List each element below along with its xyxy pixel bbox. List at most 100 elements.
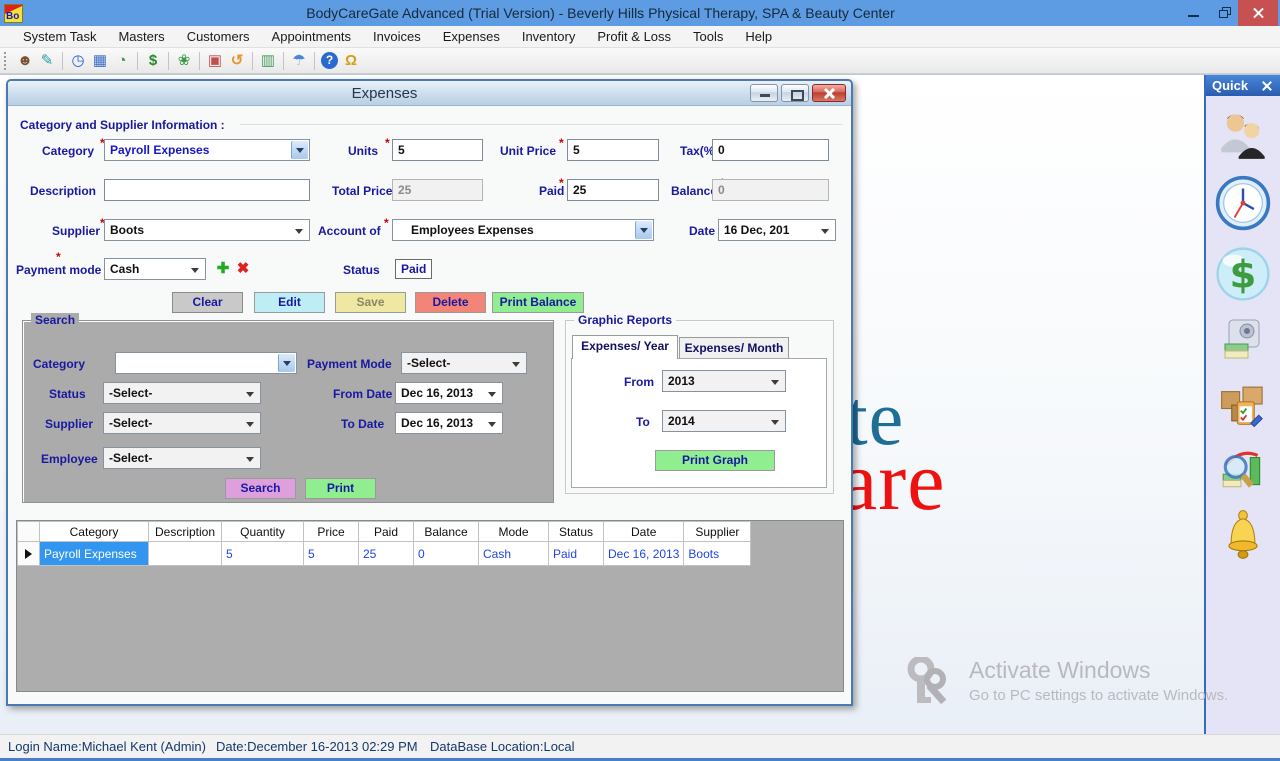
quick-billing-dollar-icon[interactable]: $: [1213, 245, 1273, 303]
tax-input[interactable]: 0: [712, 139, 829, 161]
search-button[interactable]: Search: [225, 478, 296, 499]
account-of-required: *: [384, 216, 389, 230]
edit-button[interactable]: Edit: [254, 292, 325, 313]
description-input[interactable]: [104, 179, 310, 201]
menu-customers[interactable]: Customers: [176, 26, 261, 48]
col-supplier[interactable]: Supplier: [684, 522, 751, 542]
col-mode[interactable]: Mode: [479, 522, 549, 542]
payment-mode-combobox[interactable]: Cash: [104, 258, 206, 280]
menu-invoices[interactable]: Invoices: [362, 26, 432, 48]
dialog-maximize-button[interactable]: [781, 84, 809, 102]
print-balance-button[interactable]: Print Balance: [492, 292, 584, 313]
reminder-bell-icon[interactable]: Ω: [340, 51, 362, 71]
col-paid[interactable]: Paid: [359, 522, 414, 542]
watermark-title: Activate Windows: [969, 657, 1228, 684]
appointments-clock-icon[interactable]: ◷: [67, 51, 89, 71]
menu-inventory[interactable]: Inventory: [511, 26, 586, 48]
quick-close-icon[interactable]: [1260, 79, 1274, 93]
menu-profit-loss[interactable]: Profit & Loss: [586, 26, 682, 48]
close-button[interactable]: [1238, 0, 1278, 26]
search-payment-mode-combobox[interactable]: -Select-: [401, 352, 527, 374]
col-status[interactable]: Status: [549, 522, 604, 542]
menu-masters[interactable]: Masters: [107, 26, 175, 48]
search-to-date-picker[interactable]: Dec 16, 2013: [395, 412, 503, 434]
date-picker[interactable]: 16 Dec, 201: [718, 219, 836, 241]
quick-profit-analysis-icon[interactable]: [1216, 444, 1270, 494]
reports-chart-icon[interactable]: ▥: [257, 51, 279, 71]
activate-windows-watermark: Activate Windows Go to PC settings to ac…: [905, 657, 1228, 715]
toolbar-separator: [314, 52, 315, 70]
package-icon[interactable]: ▣: [204, 51, 226, 71]
plant-icon[interactable]: ❀: [173, 51, 195, 71]
cell-supplier[interactable]: Boots: [684, 542, 751, 566]
cell-balance[interactable]: 0: [414, 542, 479, 566]
tab-expenses-month[interactable]: Expenses/ Month: [679, 337, 789, 359]
col-description[interactable]: Description: [149, 522, 222, 542]
chevron-down-icon[interactable]: [291, 141, 308, 159]
cell-mode[interactable]: Cash: [479, 542, 549, 566]
quick-inventory-icon[interactable]: [1215, 377, 1271, 431]
expenses-grid: Category Description Quantity Price Paid…: [16, 520, 844, 692]
minimize-button[interactable]: [1178, 0, 1208, 26]
delete-button[interactable]: Delete: [415, 292, 486, 313]
help-icon[interactable]: ?: [321, 52, 338, 69]
units-input[interactable]: 5: [392, 139, 483, 161]
col-price[interactable]: Price: [304, 522, 359, 542]
graphic-reports-group: Graphic Reports Expenses/ Year Expenses/…: [565, 320, 834, 494]
chevron-down-icon[interactable]: [635, 221, 652, 239]
cell-price[interactable]: 5: [304, 542, 359, 566]
undo-icon[interactable]: ↺: [226, 51, 248, 71]
dialog-minimize-button[interactable]: [750, 84, 778, 102]
supplier-combobox[interactable]: Boots: [104, 219, 310, 241]
cell-quantity[interactable]: 5: [222, 542, 304, 566]
menu-tools[interactable]: Tools: [682, 26, 734, 48]
table-row[interactable]: Payroll Expenses 5 5 25 0 Cash Paid Dec …: [18, 542, 751, 566]
category-combobox[interactable]: Payroll Expenses: [104, 139, 310, 161]
restore-button[interactable]: [1208, 0, 1238, 26]
cell-status[interactable]: Paid: [549, 542, 604, 566]
search-category-combobox[interactable]: [115, 352, 297, 374]
menu-help[interactable]: Help: [734, 26, 783, 48]
payments-icon[interactable]: ◔: [111, 51, 133, 71]
quick-reminders-bell-icon[interactable]: [1217, 507, 1269, 563]
clear-button[interactable]: Clear: [172, 292, 243, 313]
search-status-combobox[interactable]: -Select-: [103, 382, 261, 404]
account-of-combobox[interactable]: Employees Expenses: [392, 219, 654, 241]
menu-system-task[interactable]: System Task: [12, 26, 107, 48]
chevron-down-icon[interactable]: [278, 354, 295, 372]
expenses-dialog-titlebar[interactable]: Expenses: [8, 81, 851, 106]
dialog-close-button[interactable]: [812, 84, 846, 102]
quick-cash-safe-icon[interactable]: [1218, 316, 1268, 364]
graph-to-year-combobox[interactable]: 2014: [662, 410, 786, 432]
paid-input[interactable]: 25: [567, 179, 659, 201]
col-quantity[interactable]: Quantity: [222, 522, 304, 542]
graph-from-year-combobox[interactable]: 2013: [662, 370, 786, 392]
calendar-icon[interactable]: ▦: [89, 51, 111, 71]
search-supplier-combobox[interactable]: -Select-: [103, 412, 261, 434]
add-payment-mode-icon[interactable]: ✚: [214, 259, 232, 277]
col-date[interactable]: Date: [604, 522, 684, 542]
unit-price-input[interactable]: 5: [567, 139, 659, 161]
design-icon[interactable]: ✎: [36, 51, 58, 71]
status-database-location: DataBase Location:Local: [430, 739, 575, 754]
customers-icon[interactable]: ☻: [14, 51, 36, 71]
quick-customers-icon[interactable]: [1216, 109, 1270, 161]
dollar-icon[interactable]: $: [142, 51, 164, 71]
user-icon[interactable]: ☂: [288, 51, 310, 71]
cell-paid[interactable]: 25: [359, 542, 414, 566]
col-balance[interactable]: Balance: [414, 522, 479, 542]
cell-date[interactable]: Dec 16, 2013: [604, 542, 684, 566]
menu-expenses[interactable]: Expenses: [432, 26, 511, 48]
tab-expenses-year[interactable]: Expenses/ Year: [572, 335, 678, 359]
print-button[interactable]: Print: [305, 478, 376, 499]
cell-description[interactable]: [149, 542, 222, 566]
search-from-date-picker[interactable]: Dec 16, 2013: [395, 382, 503, 404]
menu-appointments[interactable]: Appointments: [261, 26, 363, 48]
print-graph-button[interactable]: Print Graph: [655, 450, 775, 471]
save-button[interactable]: Save: [335, 292, 406, 313]
search-employee-combobox[interactable]: -Select-: [103, 447, 261, 469]
cell-category[interactable]: Payroll Expenses: [40, 542, 149, 566]
delete-payment-mode-icon[interactable]: ✖: [234, 259, 252, 277]
col-category[interactable]: Category: [40, 522, 149, 542]
quick-appointments-clock-icon[interactable]: [1213, 174, 1273, 232]
